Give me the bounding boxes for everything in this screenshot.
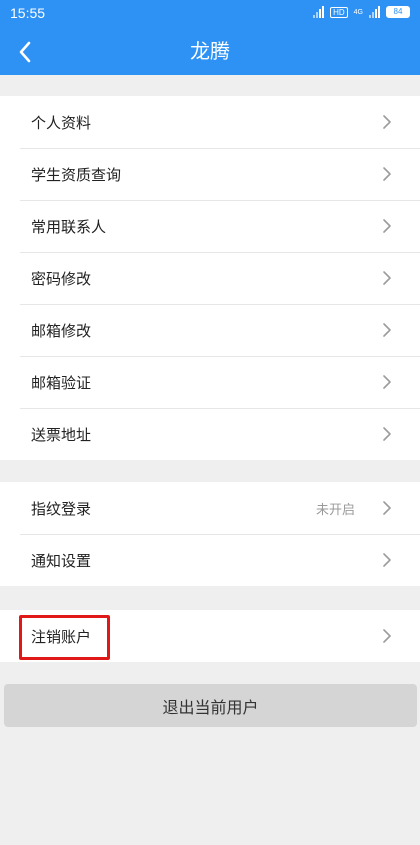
settings-screen: 15:55 HD 4G 84 龙腾 个人资料 学生资质查询 常用联系人 密码修改…: [0, 0, 420, 845]
settings-group-preferences: 指纹登录 未开启 通知设置: [0, 482, 420, 586]
chevron-right-icon: [383, 271, 391, 285]
row-contacts[interactable]: 常用联系人: [0, 200, 420, 252]
row-email-verify[interactable]: 邮箱验证: [0, 356, 420, 408]
row-fingerprint-login[interactable]: 指纹登录 未开启: [0, 482, 420, 534]
settings-group-account: 个人资料 学生资质查询 常用联系人 密码修改 邮箱修改 邮箱验证 送票地址: [0, 96, 420, 460]
row-label: 注销账户: [31, 627, 92, 646]
row-label: 密码修改: [31, 269, 92, 288]
status-bar: 15:55 HD 4G 84: [0, 0, 420, 28]
row-label: 常用联系人: [31, 217, 107, 236]
row-label: 邮箱验证: [31, 373, 92, 392]
chevron-right-icon: [383, 323, 391, 337]
settings-group-danger: 注销账户: [0, 610, 420, 662]
row-label: 邮箱修改: [31, 321, 92, 340]
chevron-right-icon: [383, 553, 391, 567]
signal-icon: [313, 6, 325, 18]
hd-icon: HD: [330, 6, 348, 18]
nav-bar: 龙腾: [0, 28, 420, 75]
chevron-right-icon: [383, 629, 391, 643]
signal-icon-2: [369, 6, 380, 18]
chevron-right-icon: [383, 501, 391, 515]
row-label: 送票地址: [31, 425, 92, 444]
row-notification-settings[interactable]: 通知设置: [0, 534, 420, 586]
row-label: 个人资料: [31, 113, 92, 132]
row-profile[interactable]: 个人资料: [0, 96, 420, 148]
row-deactivate-account[interactable]: 注销账户: [0, 610, 420, 662]
row-delivery-address[interactable]: 送票地址: [0, 408, 420, 460]
row-student-qualification[interactable]: 学生资质查询: [0, 148, 420, 200]
status-icons: HD 4G 84: [313, 6, 410, 18]
header: 15:55 HD 4G 84 龙腾: [0, 0, 420, 75]
battery-icon: 84: [386, 6, 410, 18]
network-label: 4G: [353, 8, 363, 16]
row-password[interactable]: 密码修改: [0, 252, 420, 304]
chevron-right-icon: [383, 115, 391, 129]
logout-button[interactable]: 退出当前用户: [4, 684, 417, 727]
chevron-right-icon: [383, 219, 391, 233]
chevron-right-icon: [383, 375, 391, 389]
row-label: 学生资质查询: [31, 165, 122, 184]
row-label: 通知设置: [31, 551, 92, 570]
chevron-right-icon: [383, 167, 391, 181]
row-email-change[interactable]: 邮箱修改: [0, 304, 420, 356]
network-icon: 4G: [354, 9, 363, 16]
row-label: 指纹登录: [31, 499, 92, 518]
status-time: 15:55: [10, 5, 46, 21]
page-title: 龙腾: [190, 39, 230, 63]
row-value: 未开启: [315, 502, 355, 518]
chevron-right-icon: [383, 427, 391, 441]
